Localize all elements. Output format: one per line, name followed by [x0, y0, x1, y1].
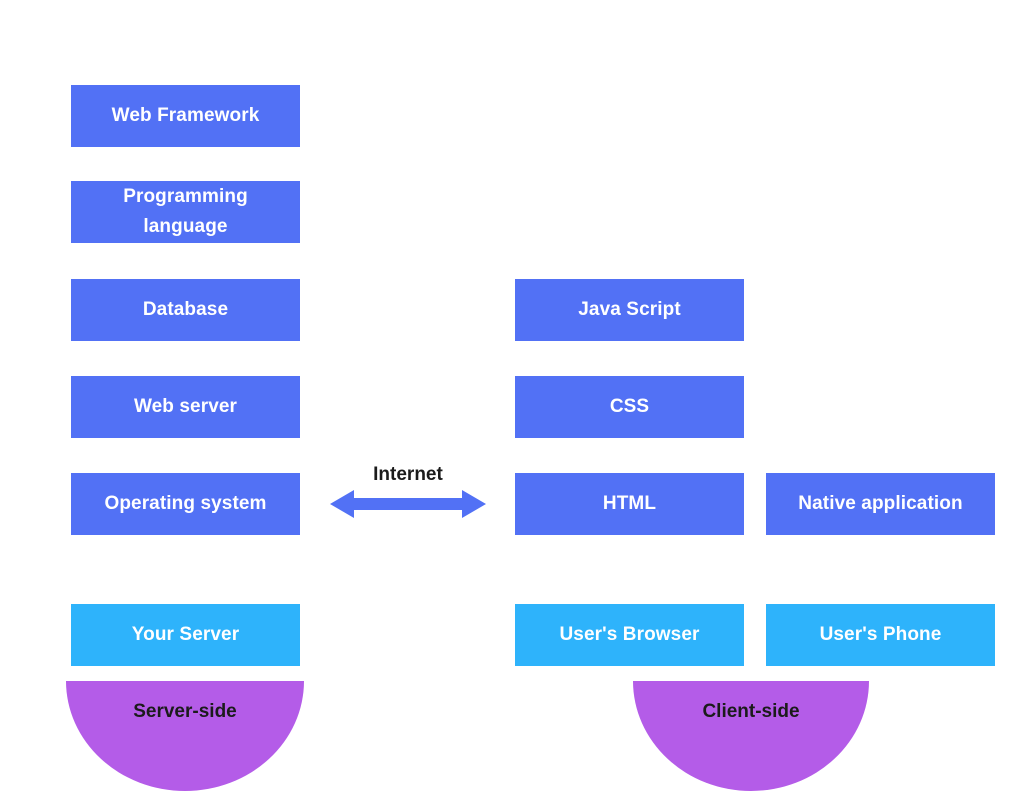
node-label: User's Browser [559, 623, 700, 645]
node-users-phone: User's Phone [766, 604, 995, 666]
node-native-application: Native application [766, 473, 995, 535]
node-operating-system: Operating system [71, 473, 300, 535]
node-label: Web server [133, 395, 238, 417]
node-label: Native application [798, 492, 963, 514]
zone-label: Server-side [133, 701, 237, 722]
node-label: Web Framework [111, 104, 260, 126]
node-label: HTML [602, 492, 657, 514]
node-web-framework: Web Framework [71, 85, 300, 147]
node-label: Operating system [104, 492, 267, 514]
double-arrow-horizontal-icon [330, 490, 486, 518]
node-label: Your Server [131, 623, 240, 645]
node-programming-language: Programming language [71, 181, 300, 243]
node-label: CSS [609, 395, 650, 417]
node-label: User's Phone [819, 623, 942, 645]
node-java-script: Java Script [515, 279, 744, 341]
node-label: Database [142, 298, 229, 320]
node-your-server: Your Server [71, 604, 300, 666]
diagram-canvas: Web Framework Programming language Datab… [0, 0, 1024, 791]
zone-client-side: Client-side [633, 681, 869, 791]
zone-label: Client-side [702, 701, 800, 722]
internet-label: Internet [373, 464, 443, 485]
node-label: Programming language [123, 185, 248, 237]
node-html: HTML [515, 473, 744, 535]
node-database: Database [71, 279, 300, 341]
node-users-browser: User's Browser [515, 604, 744, 666]
node-css: CSS [515, 376, 744, 438]
node-web-server: Web server [71, 376, 300, 438]
node-label: Java Script [578, 298, 681, 320]
zone-server-side: Server-side [66, 681, 304, 791]
